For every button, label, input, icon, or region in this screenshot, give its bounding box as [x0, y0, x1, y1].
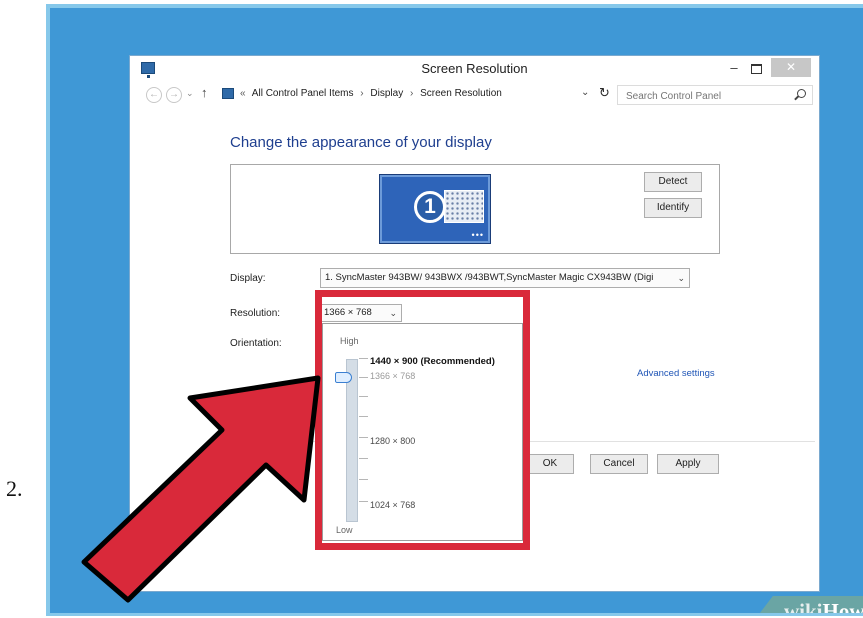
identify-button[interactable]: Identify — [644, 198, 702, 218]
breadcrumb-overflow[interactable]: « — [240, 88, 246, 99]
page-title: Change the appearance of your display — [230, 134, 492, 151]
step-number: 2. — [6, 476, 23, 501]
breadcrumb-item[interactable]: Display — [370, 88, 403, 99]
back-button[interactable]: ← — [146, 87, 162, 103]
slider-tick — [359, 479, 368, 480]
slider-tick — [359, 437, 368, 438]
address-bar: ← → ⌄ ↑ « All Control Panel Items › Disp… — [130, 84, 819, 110]
search-box[interactable] — [617, 85, 813, 106]
minimize-button[interactable]: – — [724, 60, 744, 78]
breadcrumb-separator: › — [360, 88, 364, 99]
resolution-option[interactable]: 1366 × 768 — [370, 371, 415, 381]
advanced-settings-link[interactable]: Advanced settings — [637, 368, 715, 379]
maximize-button[interactable] — [745, 60, 767, 78]
up-button[interactable]: ↑ — [201, 85, 208, 100]
slider-tick — [359, 416, 368, 417]
slider-tick — [359, 358, 368, 359]
breadcrumb-item[interactable]: Screen Resolution — [420, 88, 502, 99]
forward-button[interactable]: → — [166, 87, 182, 103]
screen-grid — [444, 190, 484, 223]
address-dropdown-button[interactable]: ⌄ — [581, 87, 589, 98]
ok-button[interactable]: OK — [526, 454, 574, 474]
search-input[interactable] — [618, 87, 778, 106]
slider-tick — [359, 501, 368, 502]
orientation-label: Orientation: — [230, 338, 282, 349]
title-bar: Screen Resolution – ✕ — [130, 56, 819, 84]
resolution-option[interactable]: 1024 × 768 — [370, 500, 415, 510]
slider-tick — [359, 396, 368, 397]
display-label: Display: — [230, 273, 266, 284]
resolution-dropdown: High 1440 × 900 (Recommended) 1366 × 768… — [322, 323, 523, 541]
watermark-part-wiki: wiki — [784, 599, 823, 616]
slider-tick — [359, 458, 368, 459]
slider-high-label: High — [340, 336, 359, 346]
monitor-icon[interactable]: 1 ••• — [379, 174, 491, 244]
slider-low-label: Low — [336, 525, 353, 535]
control-panel-icon — [222, 88, 234, 99]
breadcrumb-item[interactable]: All Control Panel Items — [252, 88, 354, 99]
watermark-part-how: How — [822, 599, 863, 616]
resolution-slider-thumb[interactable] — [335, 372, 352, 383]
recent-locations-button[interactable]: ⌄ — [186, 88, 194, 99]
slider-tick — [359, 377, 368, 378]
display-select[interactable]: 1. SyncMaster 943BW/ 943BWX /943BWT,Sync… — [320, 268, 690, 288]
resolution-slider-track[interactable] — [346, 359, 358, 522]
close-button[interactable]: ✕ — [771, 58, 811, 77]
make-text-larger-link[interactable]: Make te — [230, 396, 264, 407]
breadcrumb-separator: › — [410, 88, 414, 99]
resolution-option[interactable]: 1280 × 800 — [370, 436, 415, 446]
detect-button[interactable]: Detect — [644, 172, 702, 192]
breadcrumb-path: « All Control Panel Items › Display › Sc… — [240, 88, 506, 99]
cancel-button[interactable]: Cancel — [590, 454, 648, 474]
refresh-button[interactable]: ↻ — [599, 85, 610, 101]
apply-button[interactable]: Apply — [657, 454, 719, 474]
display-select-value: 1. SyncMaster 943BW/ 943BWX /943BWT,Sync… — [325, 272, 654, 283]
monitor-dots: ••• — [471, 230, 484, 240]
screen-resolution-window: Screen Resolution – ✕ ← → ⌄ ↑ « All Cont… — [130, 56, 819, 591]
desktop-background: Screen Resolution – ✕ ← → ⌄ ↑ « All Cont… — [46, 4, 863, 616]
monitor-number: 1 — [414, 191, 446, 223]
chevron-down-icon: ⌄ — [677, 273, 685, 283]
breadcrumb[interactable]: « All Control Panel Items › Display › Sc… — [216, 85, 555, 105]
wikihow-watermark: wikiHow — [750, 596, 863, 616]
watermark-text: wikiHow — [784, 599, 863, 616]
search-icon[interactable] — [797, 89, 806, 98]
resolution-label: Resolution: — [230, 308, 281, 319]
window-title: Screen Resolution — [421, 61, 528, 76]
resolution-option[interactable]: 1440 × 900 (Recommended) — [370, 356, 495, 367]
